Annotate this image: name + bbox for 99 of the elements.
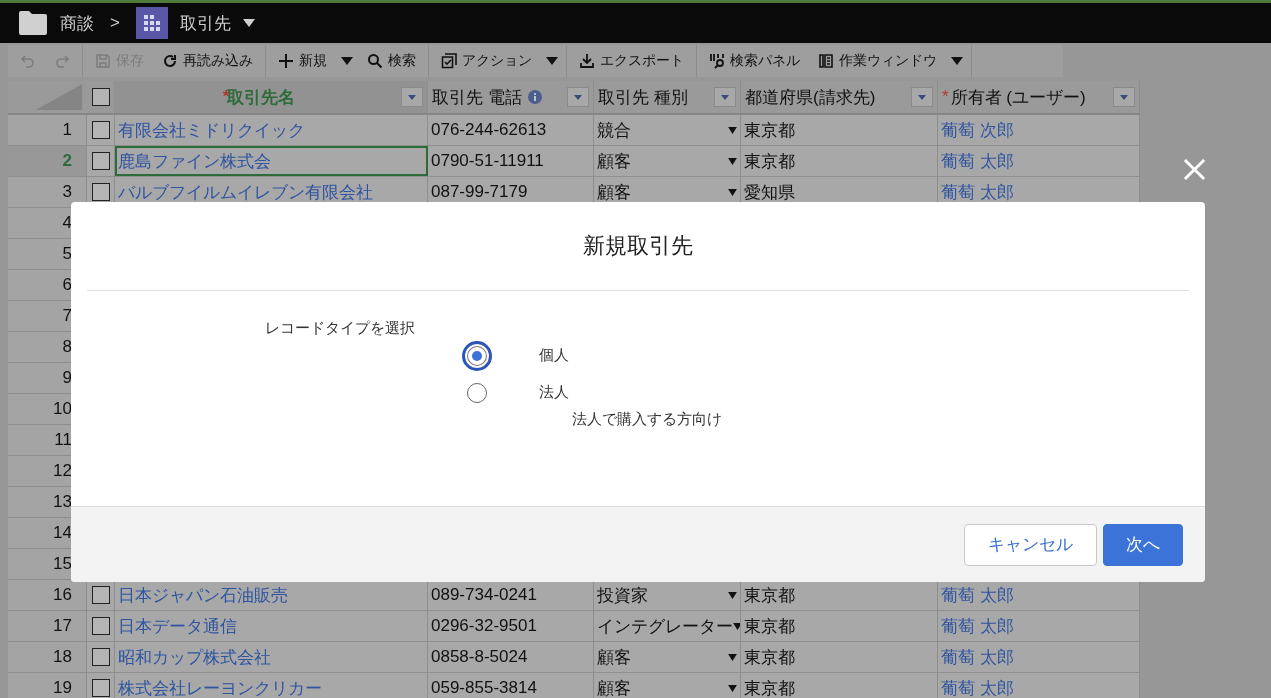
column-title: 都道府県(請求先) [745, 86, 876, 109]
toolbar-button[interactable]: アクション [437, 50, 536, 72]
table-cell[interactable]: 葡萄 太郎 [938, 642, 1140, 672]
table-cell: 059-855-3814 [428, 673, 594, 698]
table-cell: インテグレーター [594, 611, 741, 641]
filter-dropdown-icon[interactable] [567, 87, 589, 107]
table-cell: 東京都 [741, 673, 938, 698]
column-title: 取引先 種別 [598, 86, 688, 109]
table-cell[interactable]: 葡萄 太郎 [938, 580, 1140, 610]
panel-icon [818, 53, 834, 69]
table-cell[interactable]: 株式会社レーヨンクリカー [115, 673, 428, 698]
checkbox-icon [441, 53, 457, 69]
breadcrumb-folder[interactable]: 商談 [60, 11, 94, 35]
row-number: 17 [8, 611, 87, 641]
cancel-button[interactable]: キャンセル [964, 523, 1097, 566]
caret-icon[interactable] [728, 653, 737, 661]
table-cell[interactable]: 葡萄 太郎 [938, 611, 1140, 641]
next-button[interactable]: 次へ [1103, 523, 1183, 566]
toolbar-button[interactable]: 検索 [363, 50, 420, 72]
row-number: 3 [8, 177, 87, 207]
table-cell[interactable]: 鹿島ファイン株式会 [115, 146, 428, 176]
table-cell: 投資家 [594, 580, 741, 610]
row-checkbox[interactable] [91, 617, 110, 635]
caret-icon[interactable] [728, 188, 737, 196]
table-cell[interactable]: 日本ジャパン石油販売 [115, 580, 428, 610]
plus-icon [278, 53, 294, 69]
table-cell: 顧客 [594, 673, 741, 698]
close-icon[interactable] [1183, 158, 1206, 181]
caret-icon[interactable] [728, 157, 737, 165]
caret-icon[interactable] [546, 57, 558, 65]
select-all-checkbox[interactable] [91, 88, 110, 106]
table-cell: 顧客 [594, 146, 741, 176]
table-cell: 0790-51-11911 [428, 146, 594, 176]
table-cell[interactable]: 昭和カップ株式会社 [115, 642, 428, 672]
table-cell: 0858-8-5024 [428, 642, 594, 672]
row-checkbox[interactable] [91, 183, 110, 201]
table-cell[interactable]: 日本データ通信 [115, 611, 428, 641]
search-panel-icon [709, 53, 725, 69]
caret-icon[interactable] [728, 684, 737, 692]
row-checkbox[interactable] [91, 648, 110, 666]
table-cell[interactable]: 葡萄 太郎 [938, 146, 1140, 176]
column-header[interactable]: 都道府県(請求先) [741, 81, 938, 113]
row-checkbox[interactable] [91, 679, 110, 697]
column-header[interactable]: 取引先 種別 [594, 81, 741, 113]
required-asterisk: * [942, 87, 949, 107]
redo-icon [54, 53, 70, 69]
radio-button[interactable] [462, 341, 492, 371]
row-number: 16 [8, 580, 87, 610]
table-cell: 076-244-62613 [428, 115, 594, 145]
table-cell[interactable]: 葡萄 太郎 [938, 673, 1140, 698]
filter-dropdown-icon[interactable] [714, 87, 736, 107]
column-header[interactable]: *所有者 (ユーザー) [938, 81, 1140, 113]
caret-icon[interactable] [728, 591, 737, 599]
row-number: 1 [8, 115, 87, 145]
building-icon [135, 7, 168, 39]
undo-icon [20, 53, 36, 69]
row-checkbox[interactable] [91, 586, 110, 604]
refresh-icon [162, 53, 178, 69]
row-checkbox[interactable] [91, 152, 110, 170]
column-title: 所有者 (ユーザー) [950, 86, 1086, 109]
dialog-title: 新規取引先 [583, 232, 693, 260]
table-cell: 東京都 [741, 115, 938, 145]
table-cell: 東京都 [741, 611, 938, 641]
info-icon[interactable] [527, 90, 542, 104]
option-label[interactable]: 個人 [539, 346, 569, 365]
table-cell[interactable]: 葡萄 次郎 [938, 115, 1140, 145]
table-cell: 東京都 [741, 642, 938, 672]
toolbar-button[interactable]: 検索パネル [705, 50, 804, 72]
toolbar-button[interactable]: 新規 [274, 50, 331, 72]
table-cell[interactable]: 有限会社ミドリクイック [115, 115, 428, 145]
toolbar-button[interactable]: 再読み込み [158, 50, 257, 72]
column-header[interactable]: 取引先 電話 [428, 81, 594, 113]
caret-icon[interactable] [242, 19, 255, 27]
breadcrumb-current[interactable]: 取引先 [179, 11, 231, 35]
caret-icon[interactable] [951, 57, 963, 65]
row-number: 18 [8, 642, 87, 672]
breadcrumb-separator: > [110, 13, 120, 33]
search-icon [367, 53, 383, 69]
row-number: 19 [8, 673, 87, 698]
table-cell: 顧客 [594, 642, 741, 672]
filter-dropdown-icon[interactable] [401, 87, 423, 107]
table-cell: 0296-32-9501 [428, 611, 594, 641]
table-cell: 競合 [594, 115, 741, 145]
toolbar-button[interactable]: 作業ウィンドウ [814, 50, 941, 72]
download-icon [579, 53, 595, 69]
row-checkbox[interactable] [91, 121, 110, 139]
option-label[interactable]: 法人 [539, 383, 722, 402]
prompt-label: レコードタイプを選択 [265, 319, 416, 338]
column-title: 取引先 電話 [432, 86, 522, 109]
filter-dropdown-icon[interactable] [1113, 87, 1135, 107]
table-cell: 東京都 [741, 146, 938, 176]
table-cell: 089-734-0241 [428, 580, 594, 610]
caret-icon[interactable] [341, 57, 353, 65]
filter-dropdown-icon[interactable] [911, 87, 933, 107]
caret-icon[interactable] [728, 126, 737, 134]
option-description: 法人で購入する方向け [572, 410, 722, 429]
toolbar-button[interactable]: エクスポート [575, 50, 688, 72]
folder-icon [18, 10, 48, 36]
table-cell: 東京都 [741, 580, 938, 610]
